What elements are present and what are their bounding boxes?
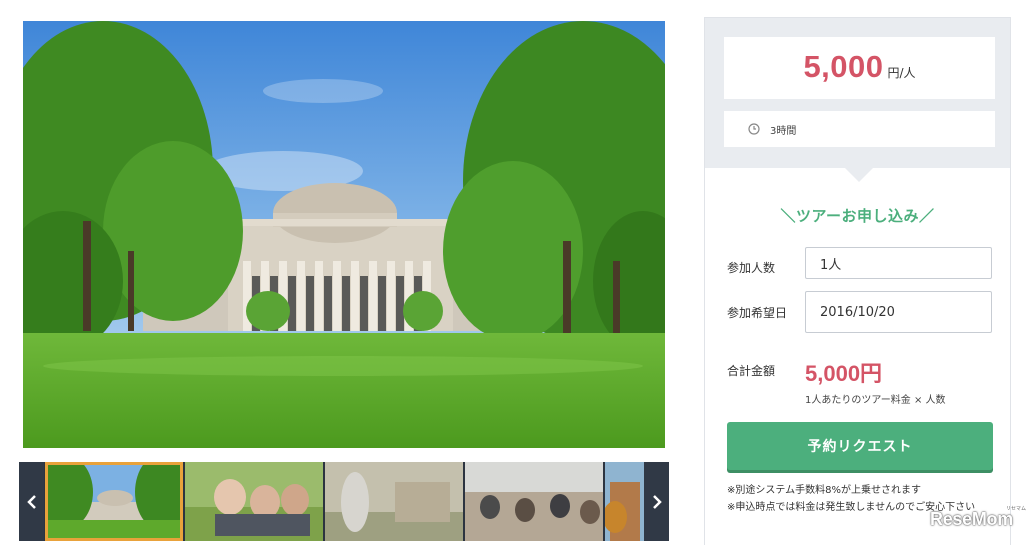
note-fee: ※別途システム手数料8%が上乗せされます	[727, 485, 921, 496]
form-heading: ＼ツアーお申し込み／	[780, 207, 935, 225]
thumbnail-carousel	[19, 462, 669, 541]
clock-icon	[748, 123, 760, 135]
participants-select[interactable]: 1人	[805, 247, 992, 279]
main-tour-photo	[23, 21, 665, 448]
thumbnail-2[interactable]	[185, 462, 323, 541]
resemom-watermark: ReseMom	[930, 509, 1013, 529]
chevron-right-icon	[652, 494, 662, 509]
price-amount: 5,000	[803, 49, 884, 84]
thumbnail-4[interactable]	[465, 462, 603, 541]
total-amount: 5,000円	[805, 361, 883, 386]
participants-label: 参加人数	[727, 261, 776, 275]
prev-thumbnail-button[interactable]	[19, 462, 44, 541]
thumbnail-5[interactable]	[605, 462, 645, 541]
booking-request-button[interactable]: 予約リクエスト	[727, 422, 993, 470]
thumbnail-3[interactable]	[325, 462, 463, 541]
price-box: 5,000 円/人	[724, 37, 995, 99]
next-thumbnail-button[interactable]	[644, 462, 669, 541]
duration-text: 3時間	[770, 125, 797, 137]
total-label: 合計金額	[727, 364, 776, 378]
form-notch	[845, 168, 873, 182]
total-note: 1人あたりのツアー料金 × 人数	[805, 395, 946, 406]
date-label: 参加希望日	[727, 306, 788, 320]
booking-panel: 5,000 円/人 3時間 ＼ツアーお申し込み／ 参加人数 1人 参加希望日 2…	[704, 17, 1011, 545]
date-input[interactable]: 2016/10/20	[805, 291, 992, 333]
thumbnail-1[interactable]	[45, 462, 183, 541]
resemom-watermark-sub: リセマム	[1006, 506, 1027, 512]
price-unit: 円/人	[887, 66, 916, 80]
duration-box: 3時間	[724, 111, 995, 147]
chevron-left-icon	[26, 494, 37, 509]
